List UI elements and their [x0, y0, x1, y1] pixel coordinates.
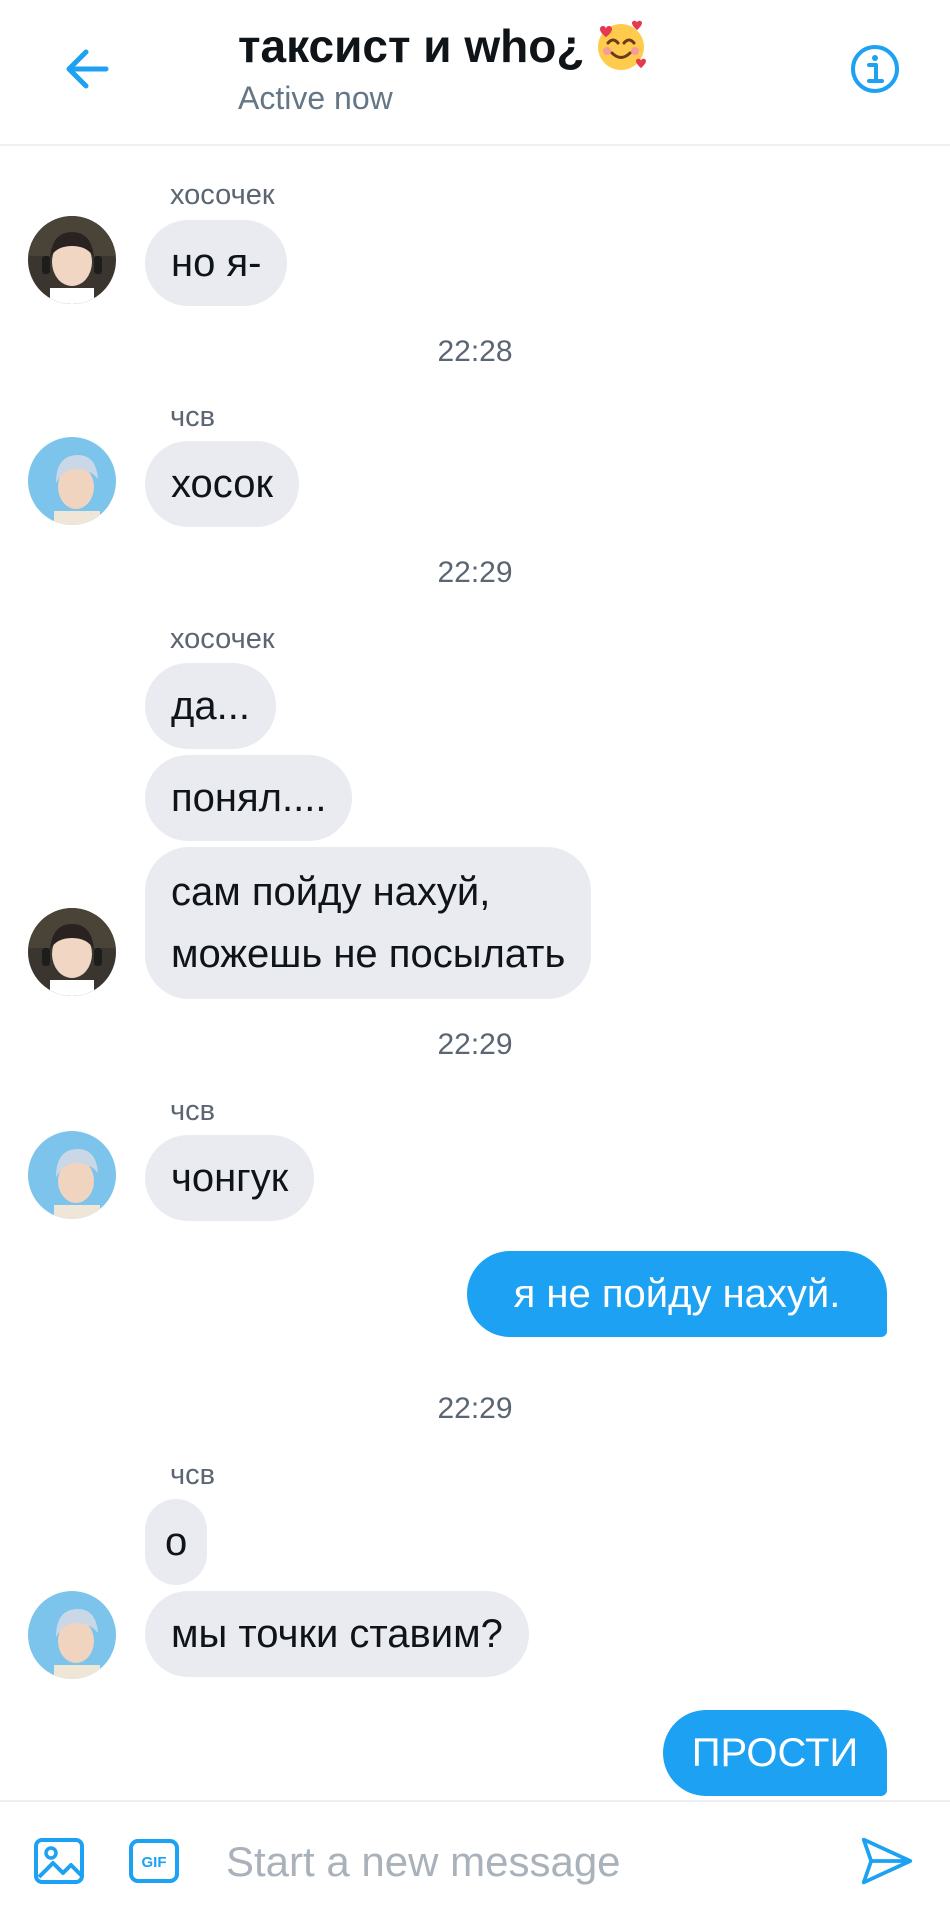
- message-line: сам пойду нахуй,: [171, 870, 491, 914]
- smiling-face-with-hearts-icon: [594, 19, 648, 73]
- gif-label: GIF: [142, 1854, 167, 1871]
- info-icon: [851, 45, 899, 93]
- timestamp: 22:28: [437, 335, 513, 368]
- avatar-hosochek[interactable]: [28, 216, 116, 304]
- sender-name: чсв: [170, 1095, 216, 1127]
- message-bubble-incoming[interactable]: хосок: [145, 441, 299, 527]
- image-icon: [34, 1838, 84, 1884]
- conversation-header: таксист и who¿ Active now: [0, 0, 950, 146]
- message-bubble-incoming[interactable]: чонгук: [145, 1135, 315, 1221]
- send-button[interactable]: [860, 1834, 914, 1888]
- back-button[interactable]: [58, 40, 116, 98]
- sender-name: хосочек: [170, 179, 275, 211]
- message-bubble-incoming[interactable]: но я-: [145, 220, 288, 306]
- add-gif-button[interactable]: GIF: [127, 1834, 181, 1888]
- message-composer: GIF: [0, 1800, 950, 1922]
- message-bubble-outgoing[interactable]: ПРОСТИ: [663, 1710, 887, 1796]
- add-image-button[interactable]: [32, 1834, 86, 1888]
- conversation-title-text: таксист и who¿: [238, 20, 585, 72]
- gif-icon: GIF: [129, 1839, 179, 1883]
- avatar-chsv[interactable]: [28, 437, 116, 525]
- message-bubble-outgoing[interactable]: я не пойду нахуй.: [467, 1251, 887, 1337]
- message-bubble-incoming[interactable]: сам пойду нахуй, можешь не посылать: [145, 847, 592, 999]
- timestamp: 22:29: [437, 1392, 513, 1425]
- avatar-hosochek[interactable]: [28, 908, 116, 996]
- message-line: можешь не посылать: [171, 932, 566, 976]
- avatar-chsv[interactable]: [28, 1131, 116, 1219]
- message-input[interactable]: [226, 1828, 786, 1896]
- conversation-title-block[interactable]: таксист и who¿ Active now: [238, 18, 648, 120]
- conversation-info-button[interactable]: [846, 40, 904, 98]
- timestamp: 22:29: [437, 556, 513, 589]
- avatar-chsv[interactable]: [28, 1591, 116, 1679]
- send-icon: [861, 1837, 913, 1885]
- sender-name: чсв: [170, 1459, 216, 1491]
- message-bubble-incoming[interactable]: о: [145, 1499, 208, 1585]
- sender-name: чсв: [170, 401, 216, 433]
- timestamp: 22:29: [437, 1028, 513, 1061]
- message-bubble-incoming[interactable]: понял....: [145, 755, 353, 841]
- message-bubble-incoming[interactable]: мы точки ставим?: [145, 1591, 529, 1677]
- message-bubble-incoming[interactable]: да...: [145, 663, 276, 749]
- presence-status: Active now: [238, 80, 393, 116]
- conversation-title: таксист и who¿: [238, 18, 648, 74]
- arrow-left-icon: [66, 49, 109, 89]
- sender-name: хосочек: [170, 623, 275, 655]
